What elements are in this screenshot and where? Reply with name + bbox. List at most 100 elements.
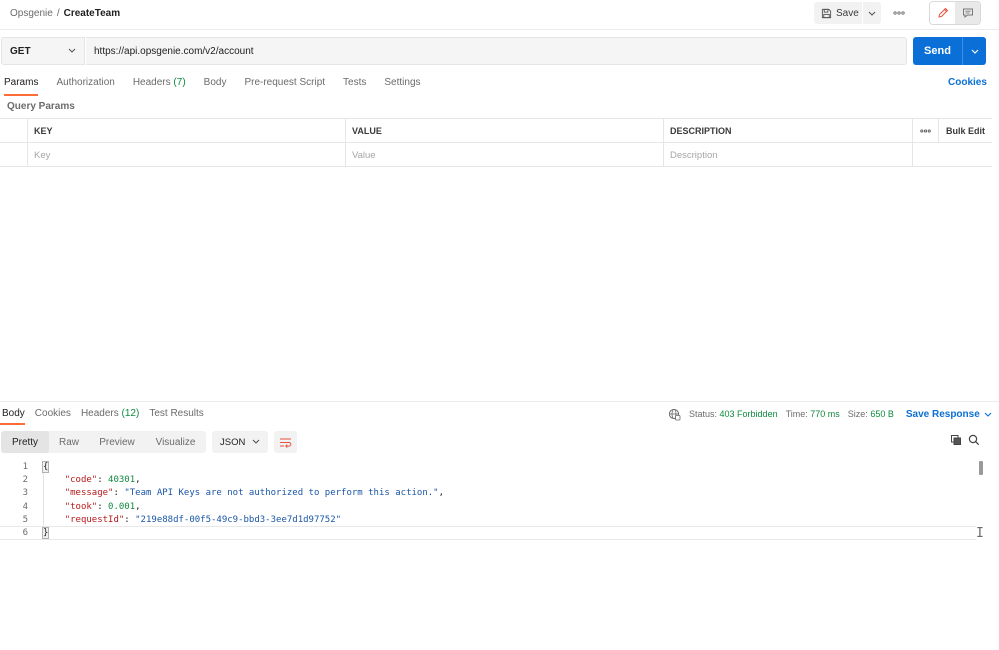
response-meta: Status: 403 Forbidden Time: 770 ms Size:… xyxy=(668,407,992,421)
view-mode-switcher: Pretty Raw Preview Visualize xyxy=(1,431,206,453)
more-horizontal-icon xyxy=(920,129,931,133)
view-pretty[interactable]: Pretty xyxy=(1,431,49,453)
size-value[interactable]: 650 B xyxy=(870,409,894,419)
params-table: KEY VALUE DESCRIPTION Bulk Edit Key Valu… xyxy=(0,118,992,167)
response-tab-headers[interactable]: Headers (12) xyxy=(81,405,139,425)
save-response-button[interactable]: Save Response xyxy=(906,409,992,420)
editor-scrollbar[interactable] xyxy=(979,461,983,475)
view-visualize[interactable]: Visualize xyxy=(145,431,206,453)
key-input[interactable]: Key xyxy=(28,143,346,167)
save-group: Save xyxy=(814,2,881,24)
wrap-lines-button[interactable] xyxy=(274,431,297,453)
line-text: { xyxy=(41,460,50,473)
table-row: Key Value Description xyxy=(0,143,992,167)
method-select[interactable]: GET xyxy=(1,37,85,65)
line-number: 1 xyxy=(22,461,28,472)
code-line: 3 "message": "Team API Keys are not auth… xyxy=(0,487,976,500)
code-line: 5 "requestId": "219e88df-00f5-49c9-bbd3-… xyxy=(0,513,976,526)
language-select[interactable]: JSON xyxy=(212,431,268,453)
view-raw[interactable]: Raw xyxy=(49,431,89,453)
save-icon xyxy=(821,8,832,18)
tab-settings[interactable]: Settings xyxy=(384,74,420,96)
line-text: } xyxy=(41,527,50,540)
pencil-icon xyxy=(937,7,948,18)
column-options-button[interactable] xyxy=(913,119,939,143)
chevron-down-icon xyxy=(252,439,260,444)
query-params-title: Query Params xyxy=(7,101,75,112)
copy-button[interactable] xyxy=(950,434,962,449)
tab-body[interactable]: Body xyxy=(204,74,227,96)
globe-icon[interactable] xyxy=(668,408,681,421)
tab-label: Tests xyxy=(343,77,367,88)
language-value: JSON xyxy=(220,436,246,448)
text-cursor-icon: I xyxy=(976,526,984,541)
response-tab-body[interactable]: Body xyxy=(0,405,25,425)
cookies-link[interactable]: Cookies xyxy=(948,77,987,88)
comment-icon xyxy=(962,8,973,19)
chevron-down-icon xyxy=(971,49,978,54)
chevron-down-icon xyxy=(68,48,76,53)
search-button[interactable] xyxy=(968,434,980,449)
send-button-group: Send xyxy=(913,37,986,65)
json-key: "message" xyxy=(64,488,114,499)
description-input[interactable]: Description xyxy=(664,143,913,167)
time-value[interactable]: 770 ms xyxy=(810,409,840,419)
url-input[interactable]: https://api.opsgenie.com/v2/account xyxy=(86,37,907,65)
save-options-button[interactable] xyxy=(863,2,881,24)
response-tab-cookies[interactable]: Cookies xyxy=(35,405,71,425)
tab-label: Pre-request Script xyxy=(244,77,326,88)
code-line: 2 "code": 40301, xyxy=(0,473,976,486)
tab-label: Cookies xyxy=(34,408,71,419)
value-input[interactable]: Value xyxy=(346,143,664,167)
json-string: "219e88df-00f5-49c9-bbd3-3ee7d1d97752" xyxy=(135,514,342,525)
tab-authorization[interactable]: Authorization xyxy=(56,74,114,96)
breadcrumb-workspace[interactable]: Opsgenie xyxy=(10,8,53,19)
response-tab-test-results[interactable]: Test Results xyxy=(149,405,203,425)
breadcrumb-separator: / xyxy=(56,8,60,19)
line-text: "took": 0.001, xyxy=(64,501,141,512)
more-options-button[interactable] xyxy=(891,6,907,20)
method-value: GET xyxy=(10,45,31,57)
top-bar: Opsgenie / CreateTeam Save xyxy=(0,0,999,30)
json-key: "took" xyxy=(64,501,98,512)
response-headers-count: (12) xyxy=(121,408,140,419)
tab-params[interactable]: Params xyxy=(0,74,39,96)
line-number: 4 xyxy=(22,501,28,512)
tab-tests[interactable]: Tests xyxy=(343,74,366,96)
tab-label: Headers xyxy=(132,77,171,88)
tab-headers[interactable]: Headers (7) xyxy=(133,74,186,96)
request-name[interactable]: CreateTeam xyxy=(64,8,121,19)
key-column-header: KEY xyxy=(28,119,346,143)
response-tabs: Body Cookies Headers (12) Test Results xyxy=(0,405,214,425)
save-button[interactable]: Save xyxy=(814,2,862,24)
bulk-edit-button[interactable]: Bulk Edit xyxy=(939,119,992,143)
tab-label: Test Results xyxy=(149,408,204,419)
chevron-down-icon xyxy=(868,11,876,16)
wrap-lines-icon xyxy=(280,438,292,448)
tab-pre-request-script[interactable]: Pre-request Script xyxy=(244,74,325,96)
size-label: Size: xyxy=(847,409,868,419)
mode-toggle xyxy=(929,1,981,25)
line-text: "requestId": "219e88df-00f5-49c9-bbd3-3e… xyxy=(64,514,342,525)
headers-count: (7) xyxy=(173,77,186,88)
view-preview[interactable]: Preview xyxy=(89,431,145,453)
code-line: 4 "took": 0.001, xyxy=(0,500,976,513)
description-column-header: DESCRIPTION xyxy=(664,119,913,143)
tab-label: Settings xyxy=(384,77,421,88)
json-string: "Team API Keys are not authorized to per… xyxy=(124,488,439,499)
value-column-header: VALUE xyxy=(346,119,664,143)
breadcrumb: Opsgenie / CreateTeam xyxy=(10,8,120,19)
json-key: "requestId" xyxy=(64,514,125,525)
comments-mode-button[interactable] xyxy=(955,2,980,24)
line-number: 2 xyxy=(22,474,28,485)
send-button[interactable]: Send xyxy=(913,45,962,57)
edit-mode-button[interactable] xyxy=(930,2,955,24)
send-options-button[interactable] xyxy=(963,49,986,54)
tab-label: Headers xyxy=(80,408,119,419)
search-icon xyxy=(968,434,980,446)
status-value[interactable]: 403 Forbidden xyxy=(720,409,778,419)
response-body-editor[interactable]: 1 { 2 "code": 40301, 3 "message": "Team … xyxy=(0,460,976,540)
save-label: Save xyxy=(836,7,859,19)
response-divider[interactable] xyxy=(0,401,999,402)
json-key: "code" xyxy=(64,474,98,485)
